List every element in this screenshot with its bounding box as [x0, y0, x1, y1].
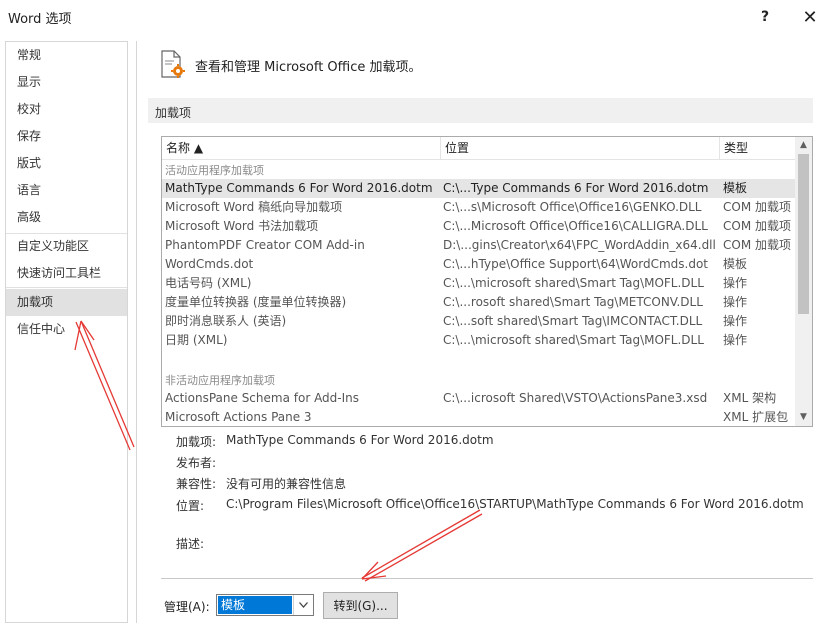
- scroll-up-icon[interactable]: ▲: [795, 137, 812, 154]
- table-row[interactable]: 电话号码 (XML) C:\...\microsoft shared\Smart…: [162, 274, 795, 293]
- sidebar-item-layout[interactable]: 版式: [6, 150, 127, 177]
- row-name: Microsoft Word 稿纸向导加载项: [165, 200, 343, 214]
- header-divider: [162, 159, 795, 160]
- row-location: C:\...\microsoft shared\Smart Tag\MOFL.D…: [443, 333, 704, 347]
- row-name: Microsoft Word 书法加载项: [165, 219, 319, 233]
- scroll-down-icon[interactable]: ▼: [795, 409, 812, 426]
- manage-select[interactable]: 模板: [216, 594, 314, 616]
- table-row[interactable]: 度量单位转换器 (度量单位转换器) C:\...rosoft shared\Sm…: [162, 293, 795, 312]
- group-label-inactive: 非活动应用程序加载项: [165, 374, 275, 387]
- table-row[interactable]: Microsoft Word 稿纸向导加载项 C:\...s\Microsoft…: [162, 198, 795, 217]
- sidebar-item-general[interactable]: 常规: [6, 42, 127, 69]
- manage-label: 管理(A):: [164, 600, 210, 614]
- group-label-active: 活动应用程序加载项: [165, 164, 264, 177]
- row-type: 操作: [723, 333, 748, 347]
- table-row[interactable]: Microsoft Actions Pane 3 XML 扩展包: [162, 408, 795, 426]
- row-type: 模板: [723, 181, 748, 195]
- section-title: 加载项: [155, 106, 192, 120]
- row-type: 操作: [723, 276, 748, 290]
- page-description: 查看和管理 Microsoft Office 加载项。: [195, 60, 422, 75]
- scrollbar-thumb[interactable]: [798, 154, 809, 314]
- sidebar-item-advanced[interactable]: 高级: [6, 204, 127, 231]
- sidebar-divider: [6, 287, 127, 288]
- row-name: WordCmds.dot: [165, 257, 254, 271]
- sidebar-item-language[interactable]: 语言: [6, 177, 127, 204]
- table-row[interactable]: WordCmds.dot C:\...hType\Office Support\…: [162, 255, 795, 274]
- table-row[interactable]: 即时消息联系人 (英语) C:\...soft shared\Smart Tag…: [162, 312, 795, 331]
- vertical-scrollbar[interactable]: ▲ ▼: [795, 137, 812, 426]
- sidebar-item-proofing[interactable]: 校对: [6, 96, 127, 123]
- row-location: C:\...Microsoft Office\Office16\CALLIGRA…: [443, 219, 708, 233]
- compatibility-value: 没有可用的兼容性信息: [226, 477, 347, 491]
- row-name: 日期 (XML): [165, 333, 228, 347]
- row-type: COM 加载项: [723, 238, 791, 252]
- chevron-down-icon[interactable]: [293, 595, 313, 615]
- help-button[interactable]: ?: [752, 4, 778, 30]
- row-location: C:\...hType\Office Support\64\WordCmds.d…: [443, 257, 709, 271]
- sidebar: 常规 显示 校对 保存 版式 语言 高级 自定义功能区 快速访问工具栏 加载项 …: [5, 41, 128, 623]
- row-name: ActionsPane Schema for Add-Ins: [165, 391, 360, 405]
- column-header-location[interactable]: 位置: [441, 137, 720, 159]
- table-row[interactable]: PhantomPDF Creator COM Add-in D:\...gins…: [162, 236, 795, 255]
- row-type: 操作: [723, 314, 748, 328]
- divider: [161, 578, 813, 579]
- row-name: 电话号码 (XML): [165, 276, 252, 290]
- row-location: D:\...gins\Creator\x64\FPC_WordAddin_x64…: [443, 238, 716, 252]
- row-type: COM 加载项: [723, 219, 791, 233]
- row-location: C:\...\microsoft shared\Smart Tag\MOFL.D…: [443, 276, 704, 290]
- sidebar-item-display[interactable]: 显示: [6, 69, 127, 96]
- addin-gear-icon: [161, 50, 185, 78]
- description-label: 描述:: [176, 537, 205, 551]
- go-button[interactable]: 转到(G)...: [323, 592, 398, 619]
- row-type: 操作: [723, 295, 748, 309]
- column-header-name[interactable]: 名称 ▲: [162, 137, 441, 159]
- sidebar-item-customize-ribbon[interactable]: 自定义功能区: [6, 233, 127, 260]
- section-header: [148, 98, 813, 123]
- row-type: COM 加载项: [723, 200, 791, 214]
- row-name: MathType Commands 6 For Word 2016.dotm: [165, 181, 433, 195]
- location-label: 位置:: [176, 499, 205, 513]
- addins-list[interactable]: 名称 ▲ 位置 类型 活动应用程序加载项 MathType Commands 6…: [161, 136, 813, 427]
- table-row[interactable]: MathType Commands 6 For Word 2016.dotm C…: [162, 179, 795, 198]
- sidebar-item-quick-access-toolbar[interactable]: 快速访问工具栏: [6, 260, 127, 287]
- publisher-label: 发布者:: [176, 456, 217, 470]
- row-location: C:\...Type Commands 6 For Word 2016.dotm: [443, 181, 709, 195]
- sidebar-item-addins[interactable]: 加载项: [6, 289, 127, 316]
- table-row[interactable]: Microsoft Word 书法加载项 C:\...Microsoft Off…: [162, 217, 795, 236]
- row-name: 度量单位转换器 (度量单位转换器): [165, 295, 347, 309]
- location-value: C:\Program Files\Microsoft Office\Office…: [226, 497, 804, 511]
- addin-label: 加载项:: [176, 435, 217, 449]
- row-location: C:\...icrosoft Shared\VSTO\ActionsPane3.…: [443, 391, 708, 405]
- row-location: C:\...rosoft shared\Smart Tag\METCONV.DL…: [443, 295, 703, 309]
- title-bar: Word 选项 ? ✕: [0, 0, 833, 34]
- row-type: 模板: [723, 257, 748, 271]
- row-name: PhantomPDF Creator COM Add-in: [165, 238, 365, 252]
- row-location: C:\...s\Microsoft Office\Office16\GENKO.…: [443, 200, 702, 214]
- row-name: 即时消息联系人 (英语): [165, 314, 287, 328]
- column-header-type[interactable]: 类型: [720, 137, 795, 159]
- table-row[interactable]: ActionsPane Schema for Add-Ins C:\...icr…: [162, 389, 795, 408]
- sidebar-item-trust-center[interactable]: 信任中心: [6, 316, 127, 343]
- sidebar-item-save[interactable]: 保存: [6, 123, 127, 150]
- manage-select-value: 模板: [218, 596, 292, 614]
- table-row[interactable]: 日期 (XML) C:\...\microsoft shared\Smart T…: [162, 331, 795, 350]
- compatibility-label: 兼容性:: [176, 477, 217, 491]
- window-title: Word 选项: [8, 12, 72, 27]
- row-type: XML 扩展包: [723, 410, 789, 424]
- row-type: XML 架构: [723, 391, 777, 405]
- addin-value: MathType Commands 6 For Word 2016.dotm: [226, 433, 494, 447]
- row-location: C:\...soft shared\Smart Tag\IMCONTACT.DL…: [443, 314, 703, 328]
- row-name: Microsoft Actions Pane 3: [165, 410, 312, 424]
- close-button[interactable]: ✕: [797, 4, 823, 30]
